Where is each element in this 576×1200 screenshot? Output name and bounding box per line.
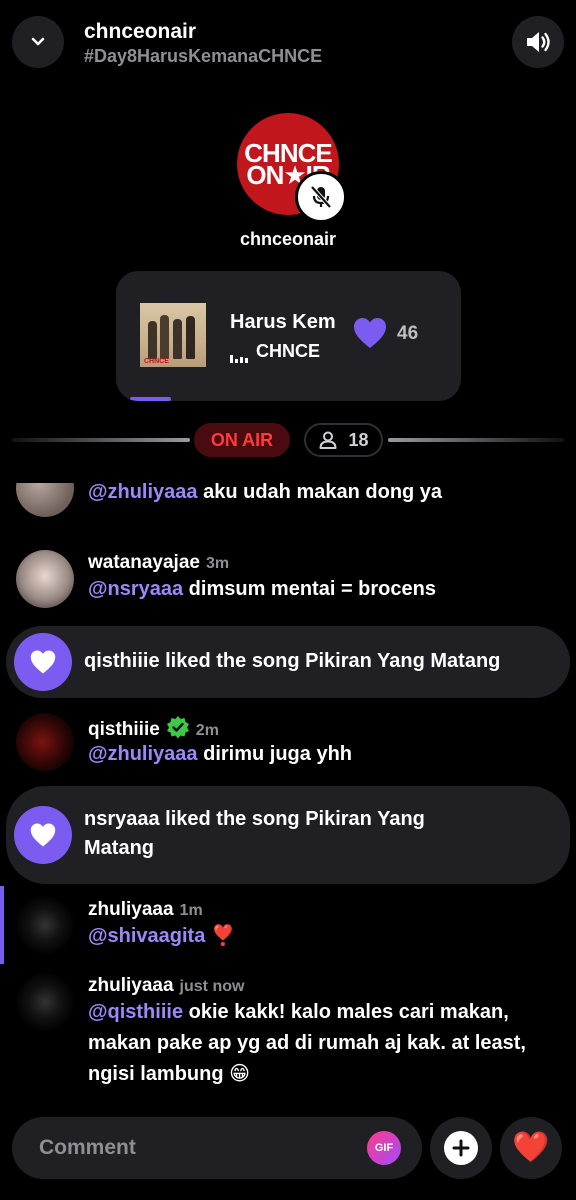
- chat-body: dirimu juga yhh: [197, 743, 352, 765]
- user-avatar[interactable]: [16, 550, 74, 608]
- chat-body: ❣️: [205, 925, 236, 947]
- like-notification-icon: [14, 633, 72, 691]
- on-air-badge: ON AIR: [194, 423, 290, 457]
- chat-text: @zhuliyaaa aku udah makan dong ya: [88, 483, 558, 508]
- chat-body: dimsum mentai = brocens: [183, 578, 436, 600]
- chat-body: aku udah makan dong ya: [197, 483, 443, 503]
- user-avatar[interactable]: [16, 713, 74, 771]
- chat-text: @shivaagita ❣️: [88, 921, 558, 952]
- song-artist-row: CHNCE: [230, 341, 335, 363]
- chat-time: just now: [179, 978, 245, 995]
- chat-username[interactable]: zhuliyaaa: [88, 975, 174, 996]
- album-tag: CHNCE: [144, 358, 169, 365]
- sound-button[interactable]: [512, 16, 564, 68]
- user-avatar[interactable]: [16, 896, 74, 954]
- heart-emoji-icon: ❤️: [512, 1131, 550, 1164]
- host-muted-badge: [295, 171, 347, 223]
- chat-username[interactable]: qisthiiie: [88, 719, 160, 740]
- chat-time: 3m: [205, 555, 230, 572]
- chat-text: @qisthiiie okie kakk! kalo males cari ma…: [88, 997, 568, 1090]
- now-playing-card[interactable]: CHNCE Harus Kemana CHNCE 46: [116, 271, 461, 401]
- listeners-button[interactable]: 18: [304, 423, 383, 457]
- chat-text: @nsryaaa dimsum mentai = brocens: [88, 574, 558, 605]
- like-notification: nsryaaa liked the song Pikiran Yang Mata…: [6, 786, 570, 884]
- chat-feed[interactable]: shivaagita5m @zhuliyaaa aku udah makan d…: [0, 483, 576, 1100]
- highlight-bar: [0, 886, 4, 964]
- like-notification-text: qisthiiie liked the song Pikiran Yang Ma…: [84, 650, 501, 672]
- heart-icon: [354, 318, 386, 348]
- chat-username-row: watanayajae 3m: [88, 552, 229, 574]
- speaker-icon: [527, 32, 550, 52]
- like-notification: qisthiiie liked the song Pikiran Yang Ma…: [6, 626, 570, 698]
- mention-link[interactable]: @zhuliyaaa: [88, 483, 198, 503]
- chat-time: 1m: [179, 902, 203, 919]
- mic-off-icon: [310, 185, 332, 209]
- listener-count: 18: [348, 429, 369, 450]
- heart-icon: [30, 650, 56, 674]
- chat-username-row: zhuliyaaa 1m: [88, 899, 203, 921]
- user-avatar[interactable]: [16, 973, 74, 1031]
- like-count: 46: [397, 323, 419, 344]
- room-subtitle: #Day8HarusKemanaCHNCE: [84, 46, 323, 66]
- song-progress-bar: [130, 397, 171, 401]
- room-title: chnceonair: [84, 20, 197, 43]
- person-icon: [319, 431, 337, 449]
- equalizer-icon: [230, 342, 250, 363]
- comment-placeholder: Comment: [39, 1136, 136, 1159]
- heart-icon: [30, 823, 56, 847]
- send-heart-button[interactable]: ❤️: [500, 1117, 562, 1179]
- divider-left: [12, 438, 190, 442]
- mention-link[interactable]: @nsryaaa: [88, 578, 183, 600]
- chat-username[interactable]: watanayajae: [88, 552, 200, 573]
- divider-right: [388, 438, 564, 442]
- user-avatar[interactable]: [16, 483, 74, 517]
- plus-icon: [444, 1131, 478, 1165]
- like-song-button[interactable]: [352, 316, 388, 355]
- song-title: Harus Kemana: [230, 311, 335, 333]
- song-artist: CHNCE: [256, 341, 321, 361]
- mention-link[interactable]: @zhuliyaaa: [88, 743, 198, 765]
- chat-username[interactable]: zhuliyaaa: [88, 899, 174, 920]
- chat-time: 2m: [195, 722, 219, 739]
- chevron-down-icon: [31, 37, 45, 46]
- host-name: chnceonair: [239, 229, 337, 249]
- album-art: CHNCE: [140, 303, 206, 367]
- add-button[interactable]: [430, 1117, 492, 1179]
- gif-button[interactable]: GIF: [367, 1131, 401, 1165]
- comment-input[interactable]: Comment GIF: [12, 1117, 422, 1179]
- collapse-button[interactable]: [12, 16, 64, 68]
- verified-badge-icon: [166, 716, 189, 739]
- mention-link[interactable]: @qisthiiie: [88, 1001, 183, 1023]
- chat-username-row: zhuliyaaa just now: [88, 975, 244, 997]
- chat-username-row: qisthiiie 2m: [88, 715, 219, 741]
- chat-text: @zhuliyaaa dirimu juga yhh: [88, 739, 558, 770]
- mention-link[interactable]: @shivaagita: [88, 925, 205, 947]
- like-notification-icon: [14, 806, 72, 864]
- like-notification-text: nsryaaa liked the song Pikiran Yang Mata…: [84, 808, 425, 859]
